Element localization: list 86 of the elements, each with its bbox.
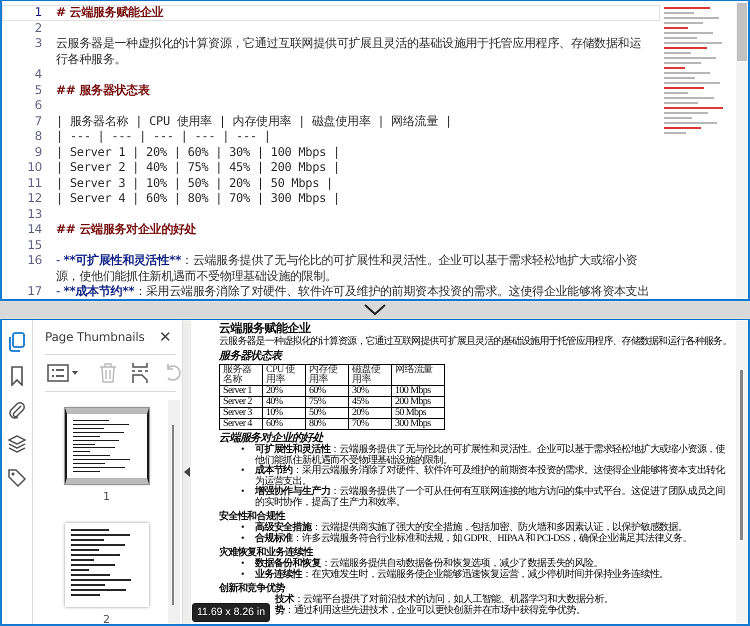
table-cell: Server 3 [220, 408, 262, 418]
markdown-heading: # 云端服务赋能企业 [56, 5, 164, 20]
line-number: 9 [34, 144, 43, 160]
line-number: 1 [34, 5, 43, 20]
table-cell: 300 Mbps [392, 418, 444, 430]
table-cell: 200 Mbps [392, 396, 444, 408]
table-cell: 45% [348, 396, 392, 408]
table-cell: 75% [306, 396, 348, 408]
chevron-down-icon[interactable] [363, 304, 387, 316]
markdown-heading: ## 服务器状态表 [56, 82, 151, 98]
table-header-cell: 磁盘使用率 [348, 364, 392, 386]
markdown-heading: ## 云端服务对企业的好处 [56, 222, 198, 238]
line-number: 7 [34, 114, 43, 129]
scrollbar[interactable] [736, 320, 748, 624]
table-cell: 70% [348, 418, 392, 430]
section-heading: 灾难恢复和业务连续性 [219, 547, 314, 558]
markdown-table-line: | --- | --- | --- | --- | --- | [56, 129, 272, 144]
table-cell: 10% [262, 408, 306, 418]
table-cell: Server 2 [220, 396, 262, 408]
list-item: • 高级安全措施：云端提供商实施了强大的安全措施，包括加密、防火墙和多因素认证，以保护敏感数据。 [241, 523, 688, 533]
scrollbar[interactable] [736, 1, 748, 299]
pages-icon[interactable] [6, 330, 28, 354]
table-cell: Server 1 [220, 386, 262, 396]
section-heading: 安全性和合规性 [219, 511, 286, 522]
list-options-icon[interactable] [45, 362, 81, 384]
section-heading: 创新和竞争优势 [219, 583, 286, 594]
table-cell: 50% [306, 408, 348, 418]
list-item: 势：通过利用这些先进技术，企业可以更快创新并在市场中获得竞争优势。 [275, 606, 586, 616]
page-size-tooltip: 11.69 x 8.26 in [192, 603, 270, 622]
table-cell: 40% [262, 396, 306, 408]
list-item: 技术：云端平台提供了对前沿技术的访问，如人工智能、机器学习和大数据分析。 [275, 595, 614, 605]
table-cell: 80% [306, 418, 348, 430]
line-number: 14 [26, 222, 43, 238]
collapse-arrow-icon[interactable] [184, 467, 190, 477]
markdown-table-line: | Server 1 | 20% | 60% | 30% | 100 Mbps | [56, 144, 341, 160]
line-number: 6 [34, 98, 43, 114]
table-header-cell: 服务器名称 [220, 364, 262, 386]
markdown-table-line: | Server 3 | 10% | 50% | 20% | 50 Mbps | [56, 176, 334, 191]
markdown-table-line: | Server 4 | 60% | 80% | 70% | 300 Mbps | [56, 191, 341, 206]
line-number: 4 [34, 67, 43, 82]
table-header-cell: 内存使用率 [306, 364, 348, 386]
line-number: 10 [26, 160, 43, 176]
table-cell: 100 Mbps [392, 386, 444, 396]
line-number: 15 [26, 238, 43, 253]
markdown-table-line: | 服务器名称 | CPU 使用率 | 内存使用率 | 磁盘使用率 | 网络流量 | [56, 114, 453, 129]
line-number: 16 [26, 253, 43, 269]
line-number: 2 [34, 20, 43, 36]
page-number: 2 [103, 613, 110, 626]
bookmark-icon[interactable] [8, 364, 26, 388]
line-number: 3 [34, 36, 43, 52]
list-item: • 增强协作与生产力：云端服务提供了一个可从任何有互联网连接的地方访问的集中式平台。这促进了团队成员之间的实时协作，提高了生产力和效率。 [241, 487, 726, 508]
list-item: • 成本节约：采用云端服务消除了对硬件、软件许可及维护的前期资本投资的需求。这使得企业能够将资本支出转化为运营支出。 [241, 466, 726, 486]
list-item: • 数据备份和恢复：云端服务提供自动数据备份和恢复选项，减少了数据丢失的风险。 [241, 559, 603, 569]
line-number: 11 [26, 176, 43, 191]
document-title: 云端服务赋能企业 [219, 321, 312, 335]
section-heading: 云端服务对企业的好处 [219, 432, 324, 444]
page-number: 1 [103, 490, 110, 503]
table-cell: 20% [348, 408, 392, 418]
table-header-cell: 网络流量 [392, 364, 444, 386]
line-number: 8 [34, 129, 43, 144]
table-cell: 20% [262, 386, 306, 396]
line-number: 5 [34, 82, 43, 98]
list-item: • 可扩展性和灵活性：云端服务提供了无与伦比的可扩展性和灵活性。企业可以基于需求轻松地扩大或缩小资源，使他们能抓住新机遇而不受物理基础设施的限制。 [241, 445, 726, 466]
line-number: 12 [26, 191, 43, 206]
markdown-list-item: - **成本节约**：采用云端服务消除了对硬件、软件许可及维护的前期资本投资的需求。这使得企业能够将资本支出 [56, 284, 650, 300]
scrollbar[interactable] [168, 400, 180, 624]
table-cell: 50 Mbps [392, 408, 444, 418]
list-item: • 合规标准：许多云端服务符合行业标准和法规，如 GDPR、HIPAA 和 PCI-DSS，确保企业满足其法律义务。 [241, 534, 693, 544]
table-cell: 30% [348, 386, 392, 396]
line-number: 17 [26, 284, 43, 300]
table-cell: 60% [262, 418, 306, 430]
markdown-list-item: - **可扩展性和灵活性**：云端服务提供了无与伦比的可扩展性和灵活性。企业可以基于需求轻松地扩大或缩小资源，使他们能抓住新机遇而不受物理基础设施的限制。 [56, 253, 638, 284]
panel-title: Page Thumbnails [45, 330, 145, 344]
line-number: 13 [26, 206, 43, 222]
markdown-table-line: | Server 2 | 40% | 75% | 45% | 200 Mbps | [56, 160, 341, 176]
insert-page-icon[interactable] [129, 360, 151, 386]
list-item: • 业务连续性：在灾难发生时，云端服务使企业能够迅速恢复运营，减少停机时间并保持业务连续性。 [241, 570, 670, 580]
page-thumbnail[interactable] [64, 523, 148, 607]
table-header-cell: CPU 使用率 [262, 364, 306, 386]
page-thumbnail[interactable] [64, 408, 148, 484]
table-cell: Server 4 [220, 418, 262, 430]
close-button[interactable]: ✕ [155, 328, 176, 346]
table-cell: 60% [306, 386, 348, 396]
paragraph: 云服务器是一种虚拟化的计算资源，它通过互联网提供可扩展且灵活的基础设施用于托管应用程序、存储数据和运行各种服务。 [219, 336, 730, 347]
section-heading: 服务器状态表 [219, 350, 284, 363]
markdown-paragraph: 云服务器是一种虚拟化的计算资源，它通过互联网提供可扩展且灵活的基础设施用于托管应用程序、存储数据和运行各种服务。 [56, 36, 642, 67]
